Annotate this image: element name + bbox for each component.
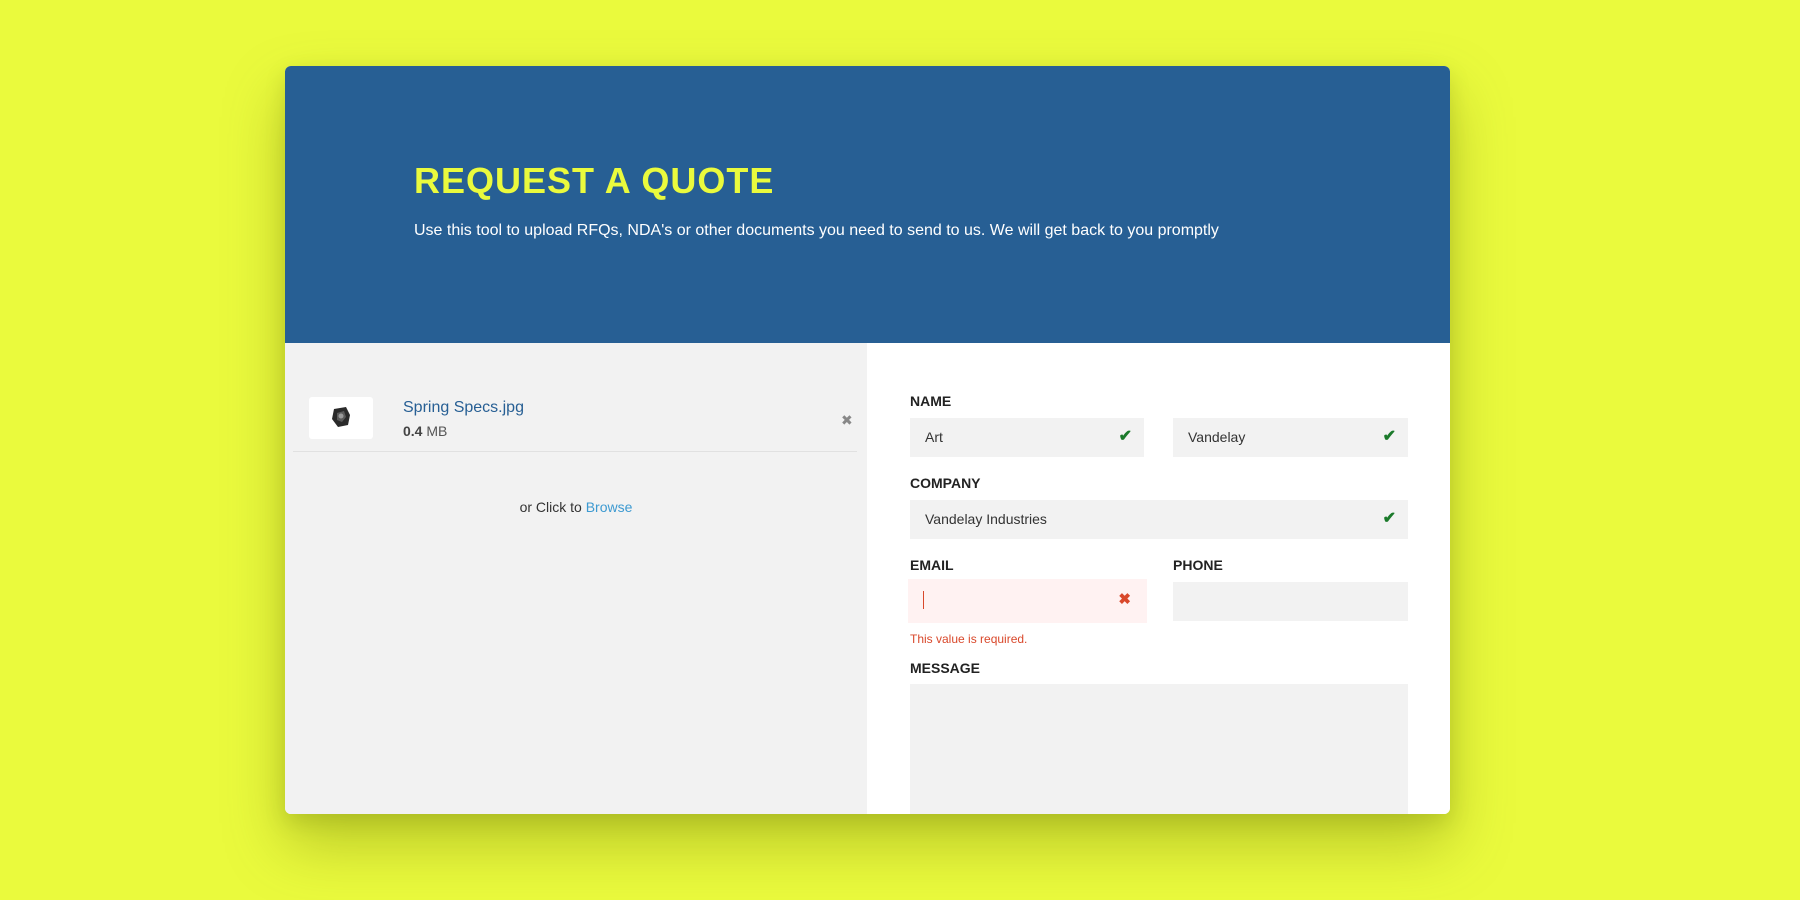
company-value: Vandelay Industries bbox=[925, 511, 1047, 527]
email-label: EMAIL bbox=[910, 557, 954, 573]
first-name-value: Art bbox=[925, 429, 943, 445]
file-size-value: 0.4 bbox=[403, 423, 423, 439]
email-field[interactable]: ✖ bbox=[908, 579, 1147, 623]
header-banner: REQUEST A QUOTE Use this tool to upload … bbox=[285, 66, 1450, 343]
name-label: NAME bbox=[910, 393, 952, 409]
company-field[interactable]: Vandelay Industries ✔ bbox=[910, 500, 1408, 539]
image-thumbnail-icon bbox=[332, 407, 350, 427]
message-textarea[interactable] bbox=[910, 684, 1408, 814]
first-name-field[interactable]: Art ✔ bbox=[910, 418, 1144, 457]
company-label: COMPANY bbox=[910, 475, 981, 491]
file-size: 0.4 MB bbox=[403, 423, 447, 439]
last-name-value: Vandelay bbox=[1188, 429, 1246, 445]
file-name-link[interactable]: Spring Specs.jpg bbox=[403, 399, 524, 417]
remove-file-close-icon[interactable]: ✖ bbox=[841, 413, 853, 427]
quote-card: REQUEST A QUOTE Use this tool to upload … bbox=[285, 66, 1450, 814]
contact-form: NAME Art ✔ Vandelay ✔ COMPANY Vandelay I… bbox=[867, 343, 1450, 814]
valid-check-icon: ✔ bbox=[1382, 428, 1396, 445]
error-x-icon: ✖ bbox=[1118, 591, 1131, 608]
valid-check-icon: ✔ bbox=[1118, 428, 1132, 445]
last-name-field[interactable]: Vandelay ✔ bbox=[1173, 418, 1408, 457]
phone-field[interactable] bbox=[1173, 582, 1408, 621]
upload-panel[interactable]: Spring Specs.jpg 0.4 MB ✖ or Click to Br… bbox=[285, 343, 867, 814]
file-size-unit: MB bbox=[426, 423, 448, 439]
phone-label: PHONE bbox=[1173, 557, 1223, 573]
browse-link[interactable]: Browse bbox=[586, 499, 633, 515]
uploaded-file-item: Spring Specs.jpg 0.4 MB ✖ bbox=[293, 379, 857, 452]
file-thumbnail bbox=[309, 397, 373, 439]
browse-prompt: or Click to Browse bbox=[285, 499, 867, 515]
message-label: MESSAGE bbox=[910, 660, 981, 676]
email-error-message: This value is required. bbox=[910, 632, 1028, 646]
page-title: REQUEST A QUOTE bbox=[414, 160, 775, 201]
text-cursor bbox=[923, 591, 924, 609]
browse-prefix: or Click to bbox=[519, 499, 582, 515]
valid-check-icon: ✔ bbox=[1382, 510, 1396, 527]
page-subtitle: Use this tool to upload RFQs, NDA's or o… bbox=[414, 222, 1219, 239]
